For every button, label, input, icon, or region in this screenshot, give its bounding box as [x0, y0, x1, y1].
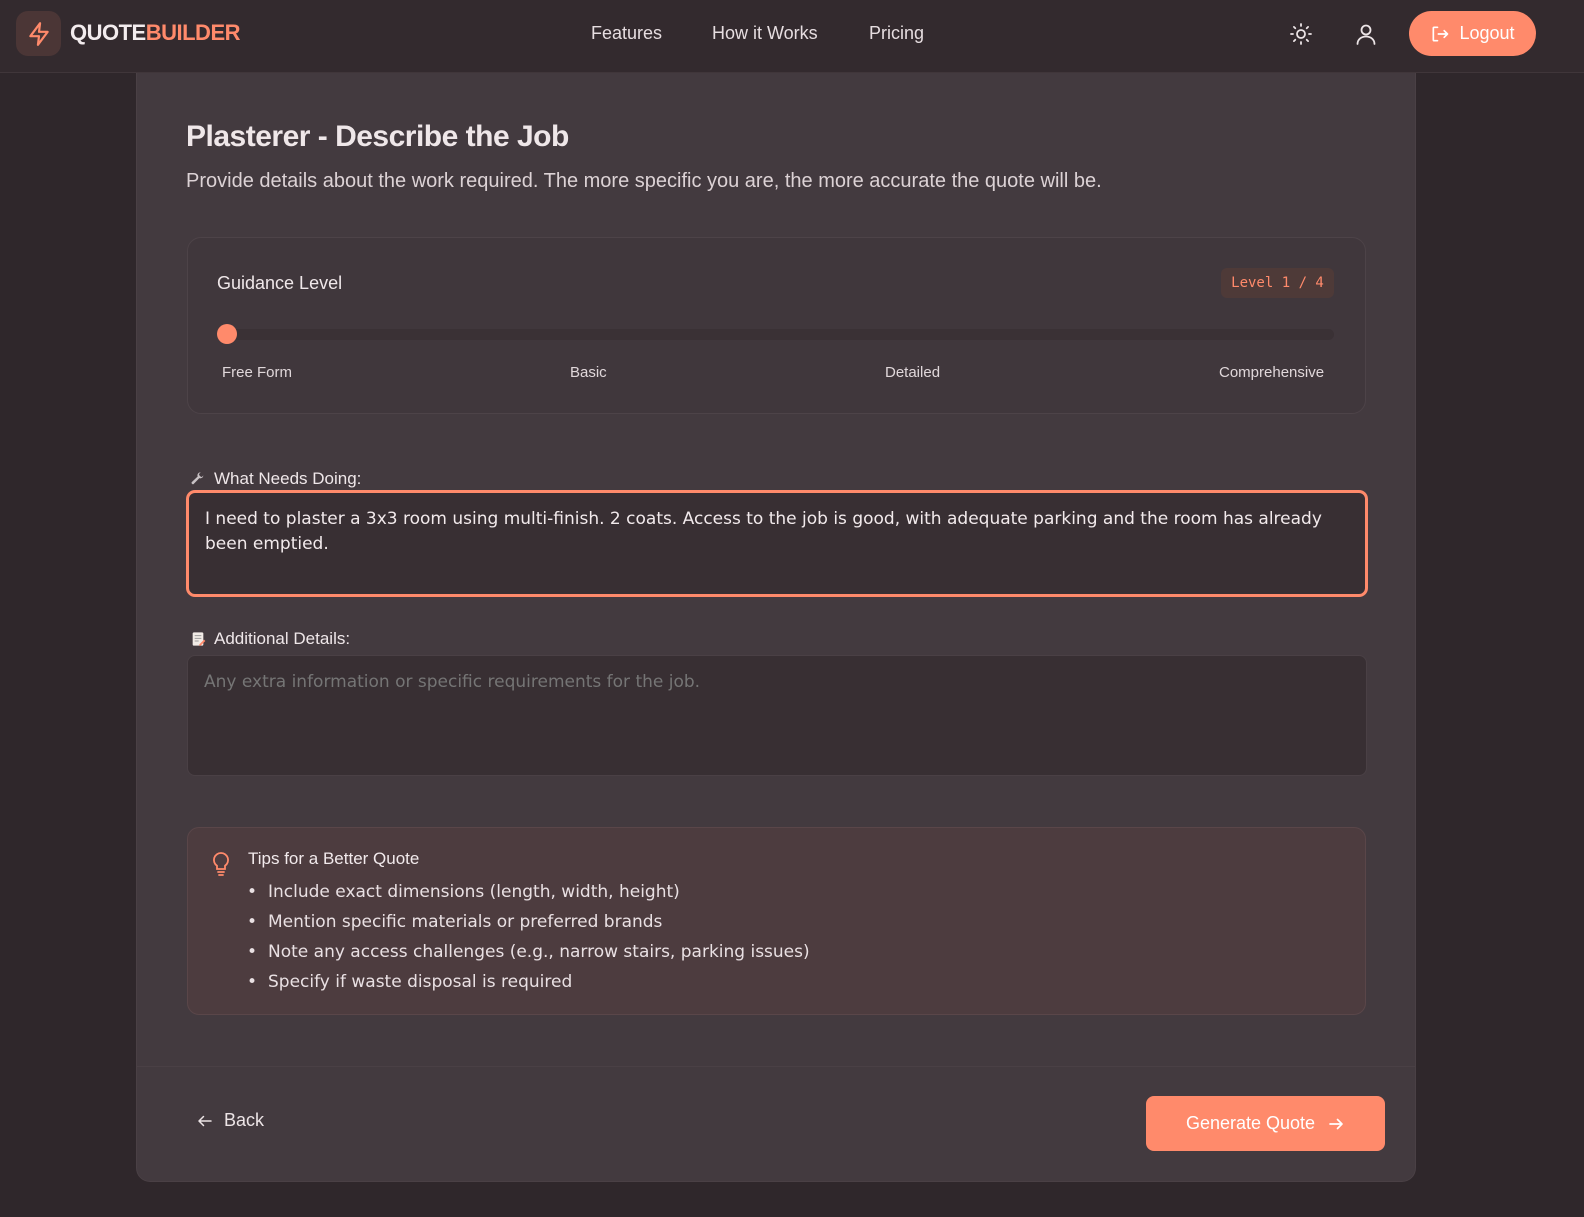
tip-item-text: Note any access challenges (e.g., narrow… [268, 942, 810, 962]
lightbulb-icon [213, 852, 229, 876]
nav-link-how-it-works[interactable]: How it Works [712, 23, 818, 44]
additional-details-textarea[interactable] [187, 655, 1367, 776]
tip-item: Specify if waste disposal is required [247, 972, 573, 992]
logo-text-builder: BUILDER [145, 20, 241, 45]
tips-title: Tips for a Better Quote [248, 849, 420, 868]
nav-link-features[interactable]: Features [591, 23, 662, 44]
user-icon [1356, 24, 1376, 45]
page-title: Plasterer - Describe the Job [186, 120, 569, 153]
nav-link-pricing[interactable]: Pricing [869, 23, 924, 44]
generate-quote-label: Generate Quote [1185, 1113, 1316, 1133]
generate-quote-button[interactable]: Generate Quote [1146, 1096, 1385, 1151]
logout-label: Logout [1459, 23, 1515, 43]
tip-item-text: Mention specific materials or preferred … [268, 912, 663, 932]
guidance-tick-free-form[interactable]: Free Form [222, 364, 292, 381]
tip-item: Include exact dimensions (length, width,… [247, 882, 680, 902]
tip-item: Mention specific materials or preferred … [247, 912, 663, 932]
back-button[interactable]: Back [196, 1110, 264, 1131]
additional-details-label-text: Additional Details: [214, 629, 351, 648]
guidance-tick-basic[interactable]: Basic [570, 364, 607, 381]
logo-text-quote: QUOTE [70, 20, 146, 45]
logo-badge[interactable] [16, 11, 61, 56]
tip-item: Note any access challenges (e.g., narrow… [247, 942, 810, 962]
back-label: Back [224, 1110, 265, 1130]
guidance-slider-track[interactable] [217, 329, 1334, 340]
what-needs-doing-label-text: What Needs Doing: [214, 469, 362, 488]
guidance-tick-detailed[interactable]: Detailed [885, 364, 940, 381]
page-subtitle: Provide details about the work required.… [186, 170, 1102, 192]
profile-button[interactable] [1350, 18, 1382, 50]
logo-wordmark[interactable]: QUOTEBUILDER [70, 20, 241, 46]
wrench-icon [191, 472, 204, 485]
guidance-level-panel [187, 237, 1366, 414]
lightning-bolt-icon [28, 21, 49, 46]
arrow-left-icon [198, 1115, 212, 1126]
card-footer-divider [137, 1066, 1415, 1067]
theme-toggle-button[interactable] [1285, 18, 1317, 50]
sun-icon [1290, 23, 1312, 45]
tip-item-text: Include exact dimensions (length, width,… [268, 882, 680, 902]
level-badge: Level 1 / 4 [1221, 268, 1334, 298]
guidance-tick-comprehensive[interactable]: Comprehensive [1219, 364, 1324, 381]
logout-button[interactable]: Logout [1409, 11, 1536, 56]
what-needs-doing-textarea[interactable]: I need to plaster a 3x3 room using multi… [187, 491, 1367, 596]
memo-icon [192, 632, 206, 646]
tip-item-text: Specify if waste disposal is required [268, 972, 573, 992]
logout-icon [1432, 26, 1449, 42]
arrow-right-icon [1329, 1118, 1343, 1129]
guidance-level-label: Guidance Level [217, 273, 343, 293]
additional-details-label: Additional Details: [190, 629, 350, 649]
what-needs-doing-label: What Needs Doing: [190, 469, 361, 489]
guidance-slider-thumb[interactable] [217, 324, 237, 344]
